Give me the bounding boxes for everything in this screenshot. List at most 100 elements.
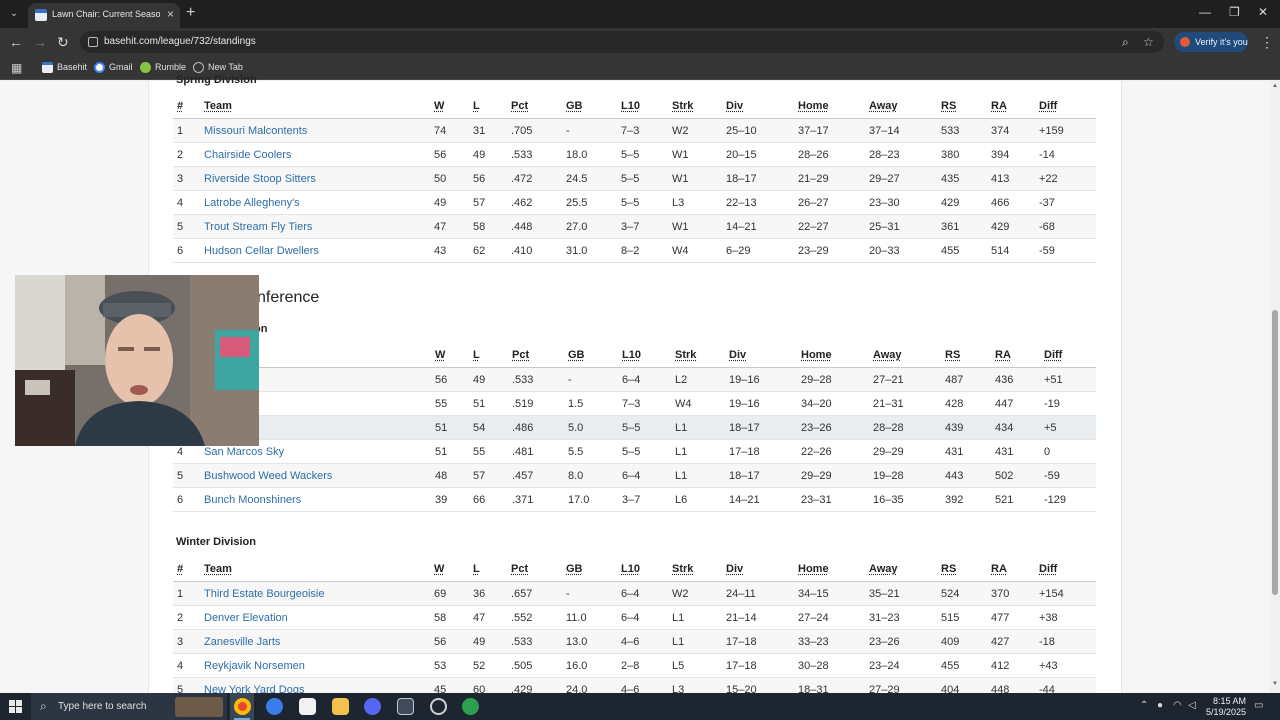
team-link-san-marcos-sky[interactable]: San Marcos Sky: [204, 446, 284, 458]
bookmark-basehit[interactable]: Basehit: [42, 61, 88, 75]
clock-date[interactable]: 5/19/2025: [1198, 707, 1246, 717]
column-header-pct[interactable]: Pct: [511, 563, 528, 575]
column-header-streak[interactable]: Strk: [672, 100, 693, 112]
forward-icon[interactable]: →: [33, 34, 47, 50]
close-tab-icon[interactable]: ×: [167, 7, 174, 21]
column-header-wins[interactable]: W: [435, 349, 445, 361]
column-header-losses[interactable]: L: [473, 563, 480, 575]
bookmark-rumble[interactable]: Rumble: [140, 61, 186, 75]
edge-icon[interactable]: [266, 698, 283, 715]
column-header-home-record[interactable]: Home: [801, 349, 832, 361]
column-header-games-back[interactable]: GB: [566, 563, 583, 575]
url-text[interactable]: basehit.com/league/732/standings: [104, 36, 256, 47]
column-header-streak[interactable]: Strk: [675, 349, 696, 361]
column-header-rank[interactable]: #: [177, 100, 183, 112]
column-header-away-record[interactable]: Away: [869, 100, 898, 112]
column-header-runs-scored[interactable]: RS: [941, 563, 956, 575]
cell-runs-allowed: 412: [991, 660, 1010, 672]
column-header-pct[interactable]: Pct: [511, 100, 528, 112]
reload-icon[interactable]: ↻: [57, 34, 69, 50]
clock-time[interactable]: 8:15 AM: [1204, 696, 1246, 706]
table-row: 4 Reykjavik Norsemen 53 52 .505 16.0 2–8 L5 17–1…: [173, 654, 1096, 678]
site-info-icon[interactable]: [88, 37, 98, 47]
column-header-division-record[interactable]: Div: [726, 563, 743, 575]
column-header-division-record[interactable]: Div: [726, 100, 743, 112]
column-header-losses[interactable]: L: [473, 349, 480, 361]
column-header-team[interactable]: Team: [204, 563, 232, 575]
zoom-icon[interactable]: ⌕: [1122, 35, 1129, 49]
tray-overflow-icon[interactable]: ⌃: [1140, 700, 1148, 712]
tab-standings[interactable]: Lawn Chair: Current Season Sta ×: [28, 3, 180, 28]
column-header-team[interactable]: Team: [204, 100, 232, 112]
column-header-games-back[interactable]: GB: [566, 100, 583, 112]
network-icon[interactable]: ◠: [1173, 700, 1182, 712]
column-header-losses[interactable]: L: [473, 100, 480, 112]
team-link-trout-stream-fly-tiers[interactable]: Trout Stream Fly Tiers: [204, 221, 312, 233]
chrome-icon[interactable]: [234, 698, 251, 715]
column-header-division-record[interactable]: Div: [729, 349, 746, 361]
scroll-thumb[interactable]: [1272, 310, 1278, 595]
windows-start-icon[interactable]: [9, 700, 22, 713]
column-header-pct[interactable]: Pct: [512, 349, 529, 361]
column-header-runs-allowed[interactable]: RA: [995, 349, 1011, 361]
cell-games-back: 18.0: [566, 149, 588, 161]
app-badge-icon[interactable]: [462, 698, 479, 715]
column-header-run-differential[interactable]: Diff: [1039, 100, 1057, 112]
cell-runs-allowed: 413: [991, 173, 1010, 185]
team-link-latrobe-allegheny-s[interactable]: Latrobe Allegheny's: [204, 197, 300, 209]
page-scrollbar[interactable]: ▲ ▼: [1270, 81, 1280, 693]
column-header-last-ten[interactable]: L10: [621, 100, 640, 112]
column-header-away-record[interactable]: Away: [869, 563, 898, 575]
column-header-last-ten[interactable]: L10: [622, 349, 641, 361]
column-header-games-back[interactable]: GB: [568, 349, 585, 361]
minimize-icon[interactable]: —: [1199, 5, 1211, 19]
bookmark-star-icon[interactable]: ☆: [1143, 35, 1154, 49]
notifications-icon[interactable]: ▭: [1254, 700, 1263, 712]
column-header-runs-scored[interactable]: RS: [941, 100, 956, 112]
store-icon[interactable]: [299, 698, 316, 715]
column-header-last-ten[interactable]: L10: [621, 563, 640, 575]
steam-icon[interactable]: [430, 698, 447, 715]
volume-icon[interactable]: ◁: [1188, 700, 1196, 712]
restore-icon[interactable]: ❐: [1229, 5, 1240, 19]
team-link-missouri-malcontents[interactable]: Missouri Malcontents: [204, 125, 307, 137]
bookmark-new-tab[interactable]: New Tab: [193, 61, 243, 75]
app-icon[interactable]: [397, 698, 414, 715]
team-link-reykjavik-norsemen[interactable]: Reykjavik Norsemen: [204, 660, 305, 672]
team-link-chairside-coolers[interactable]: Chairside Coolers: [204, 149, 291, 161]
column-header-run-differential[interactable]: Diff: [1039, 563, 1057, 575]
team-link-hudson-cellar-dwellers[interactable]: Hudson Cellar Dwellers: [204, 245, 319, 257]
close-window-icon[interactable]: ✕: [1258, 5, 1268, 19]
column-header-rank[interactable]: #: [177, 563, 183, 575]
column-header-wins[interactable]: W: [434, 100, 444, 112]
discord-icon[interactable]: [364, 698, 381, 715]
microphone-icon[interactable]: ●: [1157, 700, 1163, 712]
team-link-denver-elevation[interactable]: Denver Elevation: [204, 612, 288, 624]
browser-menu-icon[interactable]: ⋮: [1260, 34, 1274, 50]
column-header-home-record[interactable]: Home: [798, 100, 829, 112]
scroll-down-icon[interactable]: ▼: [1270, 681, 1280, 687]
scroll-up-icon[interactable]: ▲: [1270, 83, 1280, 89]
bookmark-gmail[interactable]: Gmail: [94, 61, 134, 75]
new-tab-icon[interactable]: +: [186, 4, 195, 22]
taskbar-search[interactable]: ⌕ Type here to search: [31, 693, 227, 720]
column-header-runs-allowed[interactable]: RA: [991, 100, 1007, 112]
address-bar[interactable]: basehit.com/league/732/standings ⌕ ☆: [80, 31, 1164, 53]
team-link-third-estate-bourgeoisie[interactable]: Third Estate Bourgeoisie: [204, 588, 324, 600]
verify-identity-button[interactable]: Verify it's you: [1174, 32, 1248, 52]
apps-grid-icon[interactable]: ▦: [11, 62, 23, 74]
team-link-bushwood-weed-wackers[interactable]: Bushwood Weed Wackers: [204, 470, 332, 482]
column-header-run-differential[interactable]: Diff: [1044, 349, 1062, 361]
tab-search-icon[interactable]: ⌄: [4, 4, 24, 24]
column-header-streak[interactable]: Strk: [672, 563, 693, 575]
column-header-wins[interactable]: W: [434, 563, 444, 575]
team-link-zanesville-jarts[interactable]: Zanesville Jarts: [204, 636, 280, 648]
column-header-runs-scored[interactable]: RS: [945, 349, 960, 361]
team-link-riverside-stoop-sitters[interactable]: Riverside Stoop Sitters: [204, 173, 316, 185]
file-explorer-icon[interactable]: [332, 698, 349, 715]
team-link-bunch-moonshiners[interactable]: Bunch Moonshiners: [204, 494, 301, 506]
column-header-home-record[interactable]: Home: [798, 563, 829, 575]
column-header-runs-allowed[interactable]: RA: [991, 563, 1007, 575]
column-header-away-record[interactable]: Away: [873, 349, 902, 361]
back-icon[interactable]: ←: [9, 34, 23, 50]
